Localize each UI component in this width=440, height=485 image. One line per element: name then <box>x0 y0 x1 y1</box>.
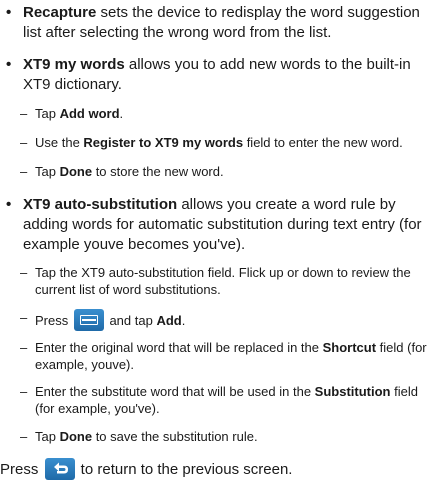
step-enter-shortcut: – Enter the original word that will be r… <box>20 339 438 373</box>
term-xt9-auto-substitution: XT9 auto-substitution <box>23 196 178 213</box>
step-tap-done-save: – Tap Done to save the substitution rule… <box>20 428 438 445</box>
step-text: to store the new word. <box>92 164 224 179</box>
step-press-menu-add: – Press and tap Add. <box>20 309 438 331</box>
step-text: Tap <box>35 429 60 444</box>
step-dash: – <box>20 135 28 150</box>
back-key-icon <box>44 458 75 480</box>
step-bold: Add <box>156 313 182 328</box>
step-dash: – <box>20 310 28 325</box>
step-text: Tap <box>35 164 60 179</box>
step-bold: Shortcut <box>322 340 377 355</box>
bullet-dot: • <box>6 4 12 21</box>
step-text: to save the substitution rule. <box>92 429 258 444</box>
bullet-recapture: • Recapture sets the device to redisplay… <box>6 3 436 43</box>
step-tap-add-word: – Tap Add word. <box>20 105 438 122</box>
step-enter-substitution: – Enter the substitute word that will be… <box>20 383 438 417</box>
step-bold: Register to XT9 my words <box>83 135 244 150</box>
manual-page: • Recapture sets the device to redisplay… <box>0 0 440 485</box>
term-xt9-my-words: XT9 my words <box>23 56 125 73</box>
step-tap-auto-sub-field: – Tap the XT9 auto-substitution field. F… <box>20 264 438 298</box>
step-text: Use the <box>35 135 84 150</box>
footer-text: Press <box>0 461 43 478</box>
step-text: . <box>181 313 186 328</box>
menu-key-icon <box>73 309 104 331</box>
step-dash: – <box>20 384 28 399</box>
bullet-dot: • <box>6 56 12 73</box>
step-dash: – <box>20 164 28 179</box>
step-text: Press <box>35 313 72 328</box>
step-bold: Add word <box>59 106 120 121</box>
bullet-dot: • <box>6 196 12 213</box>
bullet-xt9-my-words: • XT9 my words allows you to add new wor… <box>6 55 436 95</box>
step-tap-done: – Tap Done to store the new word. <box>20 163 438 180</box>
step-dash: – <box>20 106 28 121</box>
step-text: and tap <box>105 313 157 328</box>
step-text: . <box>119 106 124 121</box>
step-text: Tap <box>35 106 60 121</box>
step-bold: Done <box>59 164 93 179</box>
step-text: Enter the original word that will be rep… <box>35 340 323 355</box>
footer-instruction: Press to return to the previous screen. <box>0 458 440 481</box>
step-dash: – <box>20 429 28 444</box>
step-register-field: – Use the Register to XT9 my words field… <box>20 134 438 151</box>
step-dash: – <box>20 340 28 355</box>
footer-text: to return to the previous screen. <box>76 461 293 478</box>
step-bold: Done <box>59 429 93 444</box>
bullet-xt9-auto-substitution: • XT9 auto-substitution allows you creat… <box>6 195 436 255</box>
term-recapture: Recapture <box>23 4 97 21</box>
step-bold: Substitution <box>314 384 391 399</box>
step-text: Tap the XT9 auto-substitution field. Fli… <box>35 265 411 297</box>
step-text: field to enter the new word. <box>243 135 403 150</box>
step-text: Enter the substitute word that will be u… <box>35 384 315 399</box>
step-dash: – <box>20 265 28 280</box>
